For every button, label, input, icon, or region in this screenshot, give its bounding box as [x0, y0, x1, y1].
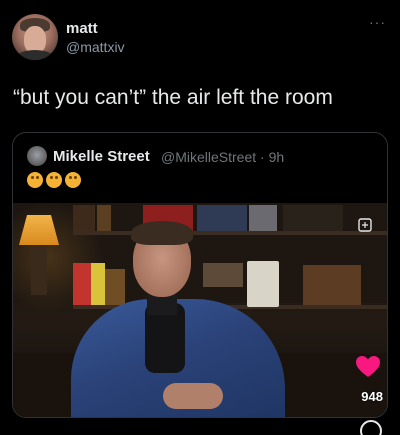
upside-down-face-icon — [27, 172, 43, 188]
tweet-text: “but you can’t” the air left the room — [13, 86, 333, 109]
tweet: matt @mattxiv ··· “but you can’t” the ai… — [0, 0, 400, 435]
quoted-avatar[interactable] — [27, 146, 47, 166]
quoted-text — [27, 172, 84, 192]
avatar[interactable] — [12, 14, 58, 60]
circle-icon[interactable] — [360, 420, 382, 435]
upside-down-face-icon — [65, 172, 81, 188]
view-count: 948 — [361, 389, 383, 404]
more-options-icon[interactable]: ··· — [369, 14, 386, 30]
upside-down-face-icon — [46, 172, 62, 188]
author-name[interactable]: matt — [66, 20, 98, 37]
quoted-author-name[interactable]: Mikelle Street — [53, 148, 150, 165]
quoted-author-meta[interactable]: @MikelleStreet · 9h — [161, 149, 284, 165]
mute-icon[interactable] — [357, 217, 373, 233]
author-handle[interactable]: @mattxiv — [66, 39, 125, 55]
video-player[interactable]: 948 — [13, 203, 387, 417]
heart-icon[interactable] — [355, 355, 381, 379]
quoted-tweet[interactable]: Mikelle Street @MikelleStreet · 9h 948 — [12, 132, 388, 418]
